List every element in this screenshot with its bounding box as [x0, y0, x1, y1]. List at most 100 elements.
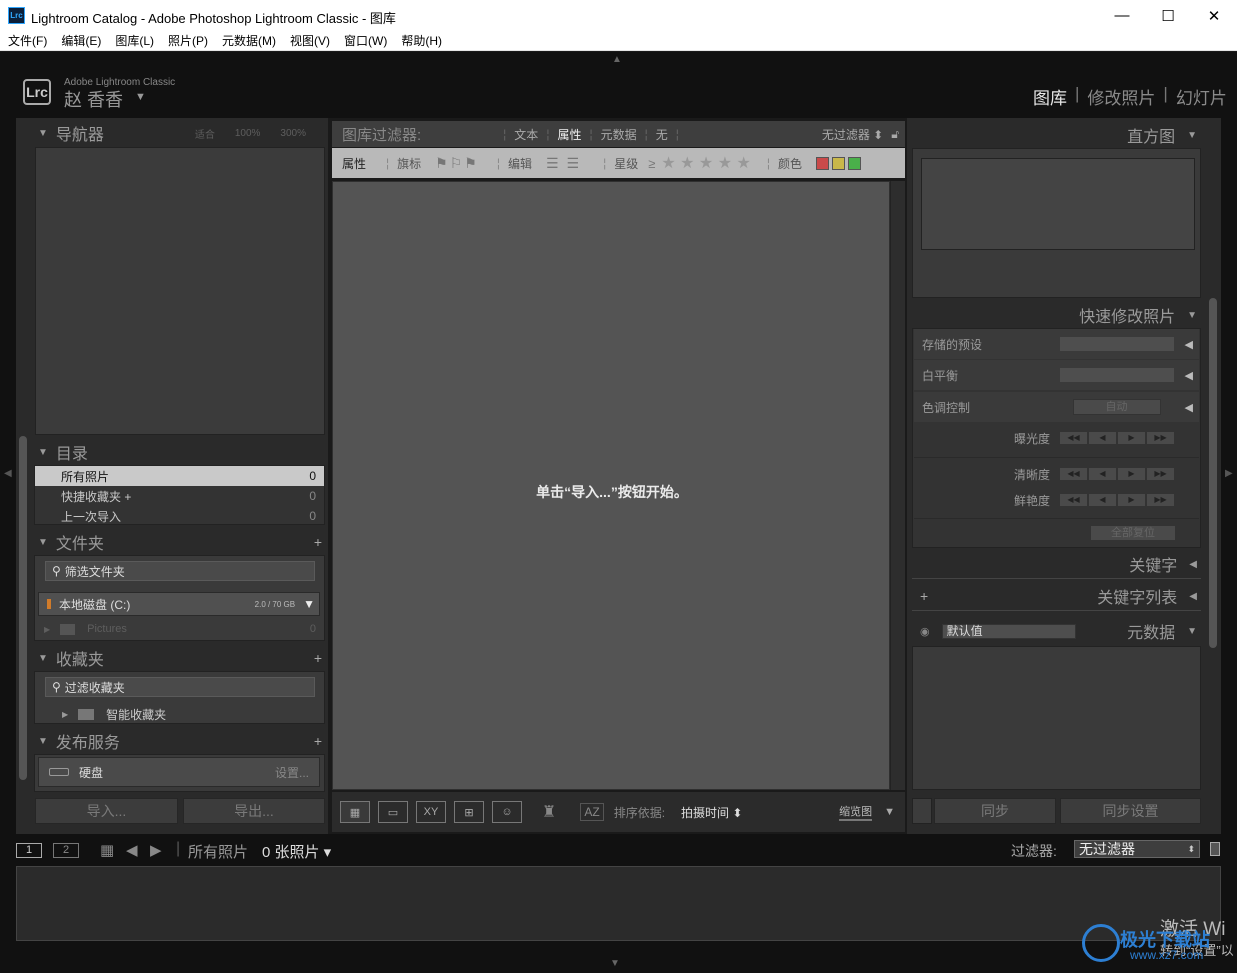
collection-filter-input[interactable]: ⚲ 过滤收藏夹	[45, 677, 315, 697]
catalog-item-all-photos[interactable]: 所有照片 0	[35, 466, 324, 486]
painter-icon[interactable]: ♜	[542, 802, 556, 822]
step-down-large[interactable]: ◀◀	[1059, 431, 1088, 445]
histogram-header[interactable]: 直方图 ▼	[910, 123, 1203, 147]
auto-tone-button[interactable]: 自动	[1072, 399, 1161, 415]
keywording-header[interactable]: 关键字 ◀	[910, 552, 1203, 576]
step-up-large[interactable]: ▶▶	[1146, 493, 1175, 507]
expand-left-icon[interactable]: ◀	[1185, 401, 1193, 414]
add-keyword-icon[interactable]: +	[920, 588, 928, 604]
export-button[interactable]: 导出...	[183, 798, 325, 824]
sync-settings-button[interactable]: 同步设置	[1060, 798, 1201, 824]
collections-header[interactable]: ▼ 收藏夹 +	[32, 646, 326, 670]
sort-direction-icon[interactable]: AZ	[580, 803, 604, 821]
step-down-large[interactable]: ◀◀	[1059, 493, 1088, 507]
volume-dropdown-icon[interactable]: ▼	[303, 597, 315, 611]
step-down[interactable]: ◀	[1088, 493, 1117, 507]
zoom-100[interactable]: 100%	[235, 128, 261, 139]
folders-header[interactable]: ▼ 文件夹 +	[32, 530, 326, 554]
metadata-header[interactable]: ◉ 默认值 元数据 ▼	[910, 619, 1203, 643]
filter-preset-select[interactable]: 无过滤器 ⬍	[822, 126, 883, 143]
forward-arrow-icon[interactable]: ▶	[150, 841, 162, 859]
back-arrow-icon[interactable]: ◀	[126, 841, 138, 859]
clarity-stepper[interactable]: ◀◀ ◀ ▶ ▶▶	[1059, 467, 1175, 481]
saved-preset-select[interactable]	[1058, 336, 1175, 352]
navigator-preview[interactable]	[35, 147, 325, 435]
menu-photo[interactable]: 照片(P)	[168, 32, 208, 49]
maximize-button[interactable]: ☐	[1145, 0, 1191, 31]
color-label-green[interactable]	[847, 156, 861, 170]
add-folder-icon[interactable]: +	[314, 534, 322, 550]
folder-row-pictures[interactable]: ▶ Pictures 0	[44, 621, 320, 637]
survey-view-icon[interactable]: ⊞	[454, 801, 484, 823]
folder-filter-input[interactable]: ⚲ 筛选文件夹	[45, 561, 315, 581]
metadata-preset-select[interactable]: 默认值	[941, 623, 1076, 639]
expand-left-icon[interactable]: ◀	[1185, 338, 1193, 351]
step-up[interactable]: ▶	[1117, 467, 1146, 481]
menu-help[interactable]: 帮助(H)	[401, 32, 442, 49]
navigator-header[interactable]: ▼ 导航器 适合 100% 300%	[32, 121, 326, 145]
step-up[interactable]: ▶	[1117, 431, 1146, 445]
sort-select[interactable]: 拍摄时间 ⬍	[681, 804, 742, 821]
bottom-panel-toggle-icon[interactable]: ▼	[610, 958, 620, 969]
eye-icon[interactable]: ◉	[920, 625, 930, 638]
thumbnail-size-slider[interactable]: 缩览图	[839, 803, 873, 821]
step-up-large[interactable]: ▶▶	[1146, 467, 1175, 481]
publish-setup-link[interactable]: 设置...	[275, 764, 309, 781]
sync-button[interactable]: 同步	[934, 798, 1056, 824]
photo-count[interactable]: 0 张照片 ▾	[262, 841, 331, 862]
top-panel-toggle-icon[interactable]: ▲	[612, 54, 622, 65]
rating-operator[interactable]: ≥	[648, 156, 655, 171]
right-panel-toggle-icon[interactable]: ▶	[1225, 468, 1233, 479]
exposure-stepper[interactable]: ◀◀ ◀ ▶ ▶▶	[1059, 431, 1175, 445]
catalog-item-previous-import[interactable]: 上一次导入 0	[35, 506, 324, 526]
loupe-view-icon[interactable]: ▭	[378, 801, 408, 823]
right-panel-scrollbar[interactable]	[1209, 298, 1217, 648]
publish-header[interactable]: ▼ 发布服务 +	[32, 729, 326, 753]
filmstrip-filter-select[interactable]: 无过滤器 ⬍	[1074, 840, 1200, 858]
menu-file[interactable]: 文件(F)	[8, 32, 47, 49]
module-library[interactable]: 图库	[1033, 84, 1067, 109]
filter-lock-toggle[interactable]	[1210, 842, 1220, 856]
menu-metadata[interactable]: 元数据(M)	[222, 32, 276, 49]
menu-window[interactable]: 窗口(W)	[344, 32, 387, 49]
menu-edit[interactable]: 编辑(E)	[61, 32, 101, 49]
reset-all-button[interactable]: 全部复位	[1090, 525, 1176, 541]
vibrance-stepper[interactable]: ◀◀ ◀ ▶ ▶▶	[1059, 493, 1175, 507]
volume-bar[interactable]: 本地磁盘 (C:) 2.0 / 70 GB ▼	[38, 592, 320, 616]
color-label-yellow[interactable]	[831, 156, 845, 170]
minimize-button[interactable]: —	[1099, 0, 1145, 31]
histogram-graph[interactable]	[921, 158, 1195, 250]
import-button[interactable]: 导入...	[35, 798, 178, 824]
menu-view[interactable]: 视图(V)	[290, 32, 330, 49]
quick-develop-header[interactable]: 快速修改照片 ▼	[910, 303, 1203, 327]
grid-icon[interactable]: ▦	[100, 841, 114, 859]
step-down[interactable]: ◀	[1088, 431, 1117, 445]
module-develop[interactable]: 修改照片	[1087, 84, 1155, 109]
left-panel-scrollbar[interactable]	[19, 436, 27, 780]
catalog-header[interactable]: ▼ 目录	[32, 440, 326, 464]
grid-view-icon[interactable]: ▦	[340, 801, 370, 823]
flag-filter-icons[interactable]: ⚑⚐⚑	[435, 155, 479, 172]
primary-window-button[interactable]: 1	[16, 843, 42, 858]
filter-tab-metadata[interactable]: 元数据	[601, 126, 637, 143]
grid-scrollbar[interactable]	[890, 181, 905, 790]
smart-collections-row[interactable]: ▶ 智能收藏夹	[62, 706, 166, 722]
lock-icon[interactable]: 🔓︎	[891, 127, 899, 142]
left-panel-toggle-icon[interactable]: ◀	[4, 468, 12, 479]
filter-tab-text[interactable]: 文本	[514, 126, 538, 143]
filmstrip-strip[interactable]	[16, 866, 1221, 941]
toolbar-menu-icon[interactable]: ▼	[884, 806, 895, 818]
add-collection-icon[interactable]: +	[314, 650, 322, 666]
keyword-list-header[interactable]: + 关键字列表 ◀	[910, 584, 1203, 608]
filter-tab-none[interactable]: 无	[656, 126, 668, 143]
module-slideshow[interactable]: 幻灯片	[1176, 84, 1227, 109]
grid-view[interactable]: 单击“导入...”按钮开始。	[332, 181, 890, 790]
user-name[interactable]: 赵 香香	[64, 86, 123, 112]
publish-service-hdd[interactable]: 硬盘 设置...	[38, 757, 320, 787]
color-label-red[interactable]	[815, 156, 829, 170]
filmstrip-source[interactable]: 所有照片	[188, 841, 248, 862]
add-publish-icon[interactable]: +	[314, 733, 322, 749]
step-down[interactable]: ◀	[1088, 467, 1117, 481]
edit-filter-icons[interactable]: ☰☰	[546, 155, 587, 172]
menu-library[interactable]: 图库(L)	[115, 32, 154, 49]
